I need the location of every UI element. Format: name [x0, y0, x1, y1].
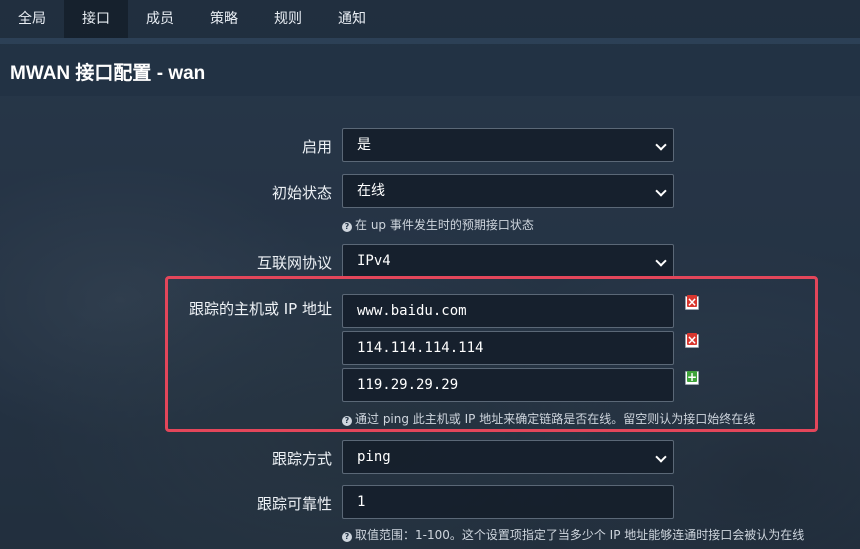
track-hosts-hint-text: 通过 ping 此主机或 IP 地址来确定链路是否在线。留空则认为接口始终在线 [355, 412, 756, 426]
reliability-label: 跟踪可靠性 [256, 495, 332, 513]
track-host-input-2[interactable]: 114.114.114.114 [342, 331, 674, 365]
question-circle-icon: ? [342, 416, 352, 426]
enabled-label: 启用 [301, 138, 332, 156]
page-title: MWAN 接口配置 - wan [10, 63, 206, 84]
track-hosts-label: 跟踪的主机或 IP 地址 [188, 300, 332, 318]
initial-state-value: 在线 [357, 183, 385, 199]
initial-state-label: 初始状态 [271, 184, 332, 202]
add-entry-icon[interactable] [685, 371, 699, 385]
tab-rules[interactable]: 规则 [256, 0, 320, 38]
remove-entry-icon[interactable] [685, 295, 699, 310]
reliability-input[interactable]: 1 [342, 485, 674, 519]
track-method-value: ping [357, 449, 391, 465]
reliability-hint-text: 取值范围：1-100。这个设置项指定了当多少个 IP 地址能够连通时接口会被认为… [355, 528, 805, 542]
tab-policies[interactable]: 策略 [192, 0, 256, 38]
track-hosts-hint: ? 通过 ping 此主机或 IP 地址来确定链路是否在线。留空则认为接口始终在线 [342, 410, 755, 427]
track-host-value-1: www.baidu.com [357, 303, 467, 319]
protocol-select[interactable]: IPv4 [342, 244, 674, 278]
initial-state-hint: ? 在 up 事件发生时的预期接口状态 [342, 216, 534, 233]
track-host-input-1[interactable]: www.baidu.com [342, 294, 674, 328]
protocol-value: IPv4 [357, 253, 391, 269]
tab-members[interactable]: 成员 [128, 0, 192, 38]
tab-global[interactable]: 全局 [0, 0, 64, 38]
remove-entry-icon[interactable] [685, 333, 699, 348]
reliability-value: 1 [357, 494, 366, 510]
chevron-down-icon [655, 185, 667, 197]
chevron-down-icon [655, 255, 667, 267]
tab-interfaces[interactable]: 接口 [64, 0, 128, 38]
enabled-value: 是 [357, 137, 371, 153]
track-host-value-3: 119.29.29.29 [357, 377, 459, 393]
chevron-down-icon [655, 451, 667, 463]
track-host-input-3[interactable]: 119.29.29.29 [342, 368, 674, 402]
top-nav: 全局 接口 成员 策略 规则 通知 [0, 0, 860, 38]
initial-state-hint-text: 在 up 事件发生时的预期接口状态 [355, 218, 534, 232]
tab-notifications[interactable]: 通知 [320, 0, 384, 38]
chevron-down-icon [655, 139, 667, 151]
reliability-hint: ? 取值范围：1-100。这个设置项指定了当多少个 IP 地址能够连通时接口会被认… [342, 526, 804, 543]
track-host-value-2: 114.114.114.114 [357, 340, 484, 356]
track-method-select[interactable]: ping [342, 440, 674, 474]
question-circle-icon: ? [342, 532, 352, 542]
enabled-select[interactable]: 是 [342, 128, 674, 162]
track-method-label: 跟踪方式 [271, 450, 332, 468]
protocol-label: 互联网协议 [256, 254, 332, 272]
initial-state-select[interactable]: 在线 [342, 174, 674, 208]
question-circle-icon: ? [342, 222, 352, 232]
